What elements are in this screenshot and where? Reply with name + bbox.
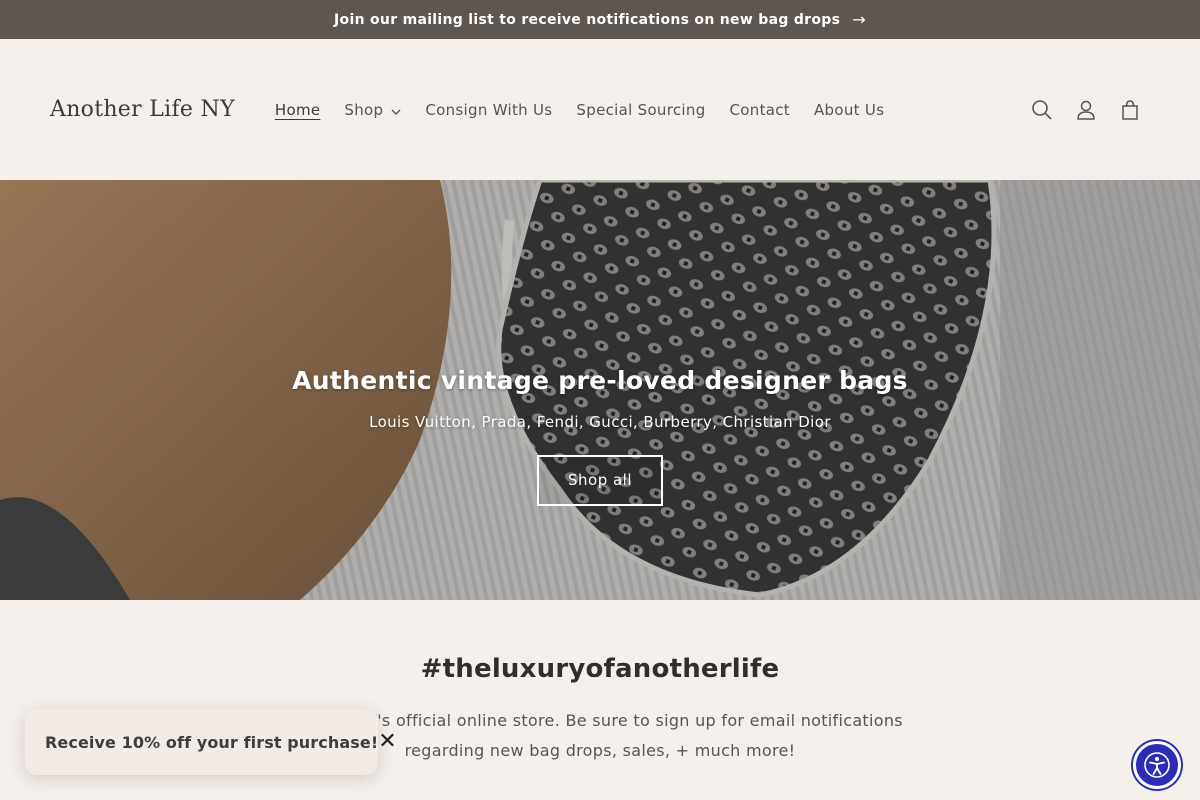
hero-subtitle: Louis Vuitton, Prada, Fendi, Gucci, Burb…: [369, 413, 831, 431]
close-icon[interactable]: ✕: [378, 731, 396, 753]
nav-special-sourcing[interactable]: Special Sourcing: [564, 101, 717, 119]
shop-all-button[interactable]: Shop all: [537, 455, 663, 506]
announcement-bar[interactable]: Join our mailing list to receive notific…: [0, 0, 1200, 39]
cart-icon[interactable]: [1108, 88, 1152, 132]
nav-contact[interactable]: Contact: [718, 101, 802, 119]
site-header: Another Life NY Home Shop Consign With U…: [0, 39, 1200, 180]
hero-title: Authentic vintage pre-loved designer bag…: [292, 366, 908, 395]
announcement-text: Join our mailing list to receive notific…: [334, 11, 841, 28]
main-nav: Home Shop Consign With Us Special Sourci…: [263, 101, 896, 119]
nav-shop[interactable]: Shop: [332, 101, 413, 119]
chevron-down-icon: [391, 101, 401, 119]
nav-home[interactable]: Home: [263, 101, 333, 119]
popup-text[interactable]: Receive 10% off your first purchase!: [45, 733, 378, 752]
discount-popup[interactable]: Receive 10% off your first purchase! ✕: [25, 709, 397, 775]
arrow-right-icon: →: [852, 10, 866, 29]
section-title: #theluxuryofanotherlife: [420, 654, 780, 684]
nav-consign[interactable]: Consign With Us: [413, 101, 564, 119]
accessibility-icon[interactable]: [1133, 741, 1181, 789]
logo[interactable]: Another Life NY: [50, 97, 235, 122]
hero-banner: Authentic vintage pre-loved designer bag…: [0, 180, 1200, 600]
hero-content: Authentic vintage pre-loved designer bag…: [0, 366, 1200, 506]
header-icons: [1020, 88, 1152, 132]
nav-shop-label: Shop: [344, 100, 384, 119]
account-icon[interactable]: [1064, 88, 1108, 132]
nav-about[interactable]: About Us: [802, 101, 896, 119]
search-icon[interactable]: [1020, 88, 1064, 132]
